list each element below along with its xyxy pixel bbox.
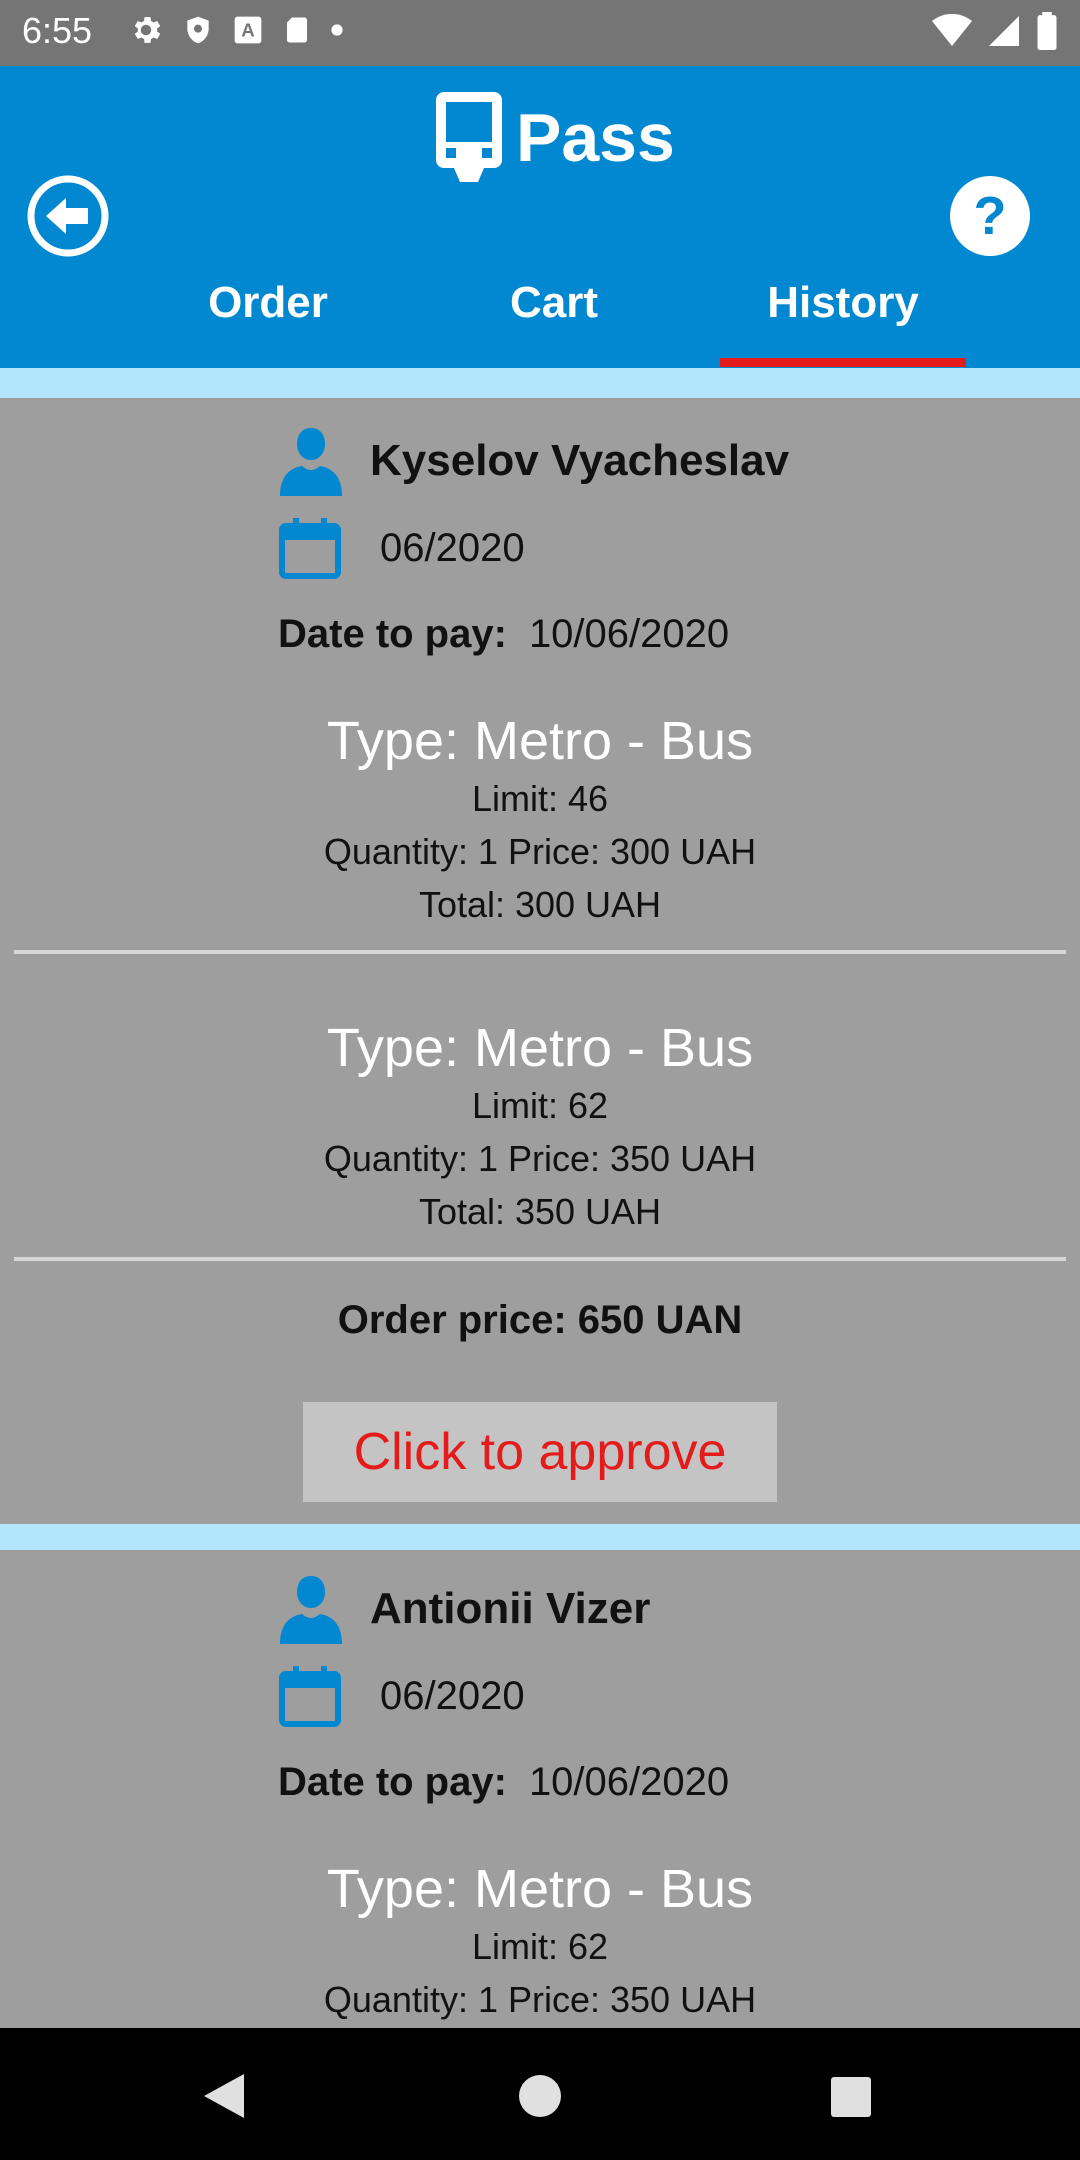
period-row: 06/2020	[278, 516, 525, 580]
svg-text:?: ?	[974, 186, 1007, 246]
dot-icon	[331, 24, 343, 36]
date-to-pay-label: Date to pay:	[278, 612, 507, 656]
date-to-pay-value: 10/06/2020	[528, 1760, 730, 1804]
item-divider	[14, 950, 1066, 954]
tram-icon	[436, 92, 502, 182]
nav-back-icon[interactable]	[202, 2072, 246, 2120]
pass-type: Type: Metro - Bus	[326, 711, 754, 771]
header-divider	[0, 368, 1080, 398]
svg-text:A: A	[241, 20, 254, 41]
app-header: Pass ? Order Cart History	[0, 66, 1080, 368]
date-to-pay-value: 10/06/2020	[528, 612, 730, 656]
person-icon	[280, 428, 342, 496]
tab-history[interactable]: History	[720, 278, 966, 328]
date-to-pay-row: Date to pay: 10/06/2020	[278, 1760, 729, 1805]
help-icon: ?	[950, 176, 1030, 256]
person-icon	[280, 1576, 342, 1644]
pass-total: Total: 300 UAH	[418, 884, 662, 925]
item-divider	[14, 1257, 1066, 1261]
app-logo: Pass	[434, 90, 675, 186]
card-separator	[0, 1524, 1080, 1550]
pass-type: Type: Metro - Bus	[326, 1859, 754, 1919]
order-card: Antionii Vizer 06/2020 Date to pay: 10/06…	[0, 1550, 1080, 2030]
order-price: Order price: 650 UAN	[337, 1298, 743, 1342]
pass-type: Type: Metro - Bus	[326, 1018, 754, 1078]
tab-cart[interactable]: Cart	[464, 278, 644, 328]
status-time: 6:55	[22, 10, 93, 51]
sd-card-icon	[287, 17, 307, 43]
tab-order[interactable]: Order	[170, 278, 366, 328]
nav-recents-icon[interactable]	[830, 2076, 872, 2118]
back-arrow-icon	[27, 175, 109, 257]
pass-quantity-price: Quantity: 1 Price: 350 UAH	[323, 1979, 757, 2020]
date-to-pay-row: Date to pay: 10/06/2020	[278, 612, 729, 657]
period-value: 06/2020	[380, 1673, 525, 1718]
approve-button[interactable]: Click to approve	[303, 1402, 777, 1502]
pass-item: Type: Metro - Bus Limit: 62 Quantity: 1 …	[0, 1858, 1080, 2026]
pass-limit: Limit: 62	[471, 1085, 609, 1126]
shield-icon	[187, 16, 209, 44]
back-button[interactable]	[26, 174, 110, 258]
help-button[interactable]: ?	[948, 174, 1032, 258]
active-tab-indicator	[720, 358, 966, 367]
order-card: Kyselov Vyacheslav 06/2020 Date to pay: 1…	[0, 398, 1080, 1524]
pass-limit: Limit: 46	[471, 778, 609, 819]
pass-item: Type: Metro - Bus Limit: 62 Quantity: 1 …	[0, 1017, 1080, 1238]
date-to-pay-label: Date to pay:	[278, 1760, 507, 1804]
pass-limit: Limit: 62	[471, 1926, 609, 1967]
gear-icon	[134, 17, 161, 43]
pass-total: Total: 350 UAH	[418, 1191, 662, 1232]
period-row: 06/2020	[278, 1664, 525, 1728]
a-icon: A	[234, 16, 262, 44]
nav-home-icon[interactable]	[518, 2074, 562, 2118]
customer-row: Kyselov Vyacheslav	[278, 426, 789, 496]
customer-name: Kyselov Vyacheslav	[370, 436, 790, 485]
signal-icon	[989, 16, 1019, 46]
pass-quantity-price: Quantity: 1 Price: 350 UAH	[323, 1138, 757, 1179]
wifi-icon	[932, 14, 972, 46]
calendar-icon	[279, 1666, 341, 1727]
status-bar: 6:55 A	[0, 0, 1080, 66]
customer-name: Antionii Vizer	[370, 1584, 651, 1633]
calendar-icon	[279, 518, 341, 579]
pass-item: Type: Metro - Bus Limit: 46 Quantity: 1 …	[0, 710, 1080, 931]
pass-quantity-price: Quantity: 1 Price: 300 UAH	[323, 831, 757, 872]
battery-icon	[1037, 12, 1057, 50]
app-title: Pass	[516, 100, 675, 176]
customer-row: Antionii Vizer	[278, 1574, 650, 1644]
period-value: 06/2020	[380, 525, 525, 570]
system-nav-bar	[0, 2028, 1080, 2160]
